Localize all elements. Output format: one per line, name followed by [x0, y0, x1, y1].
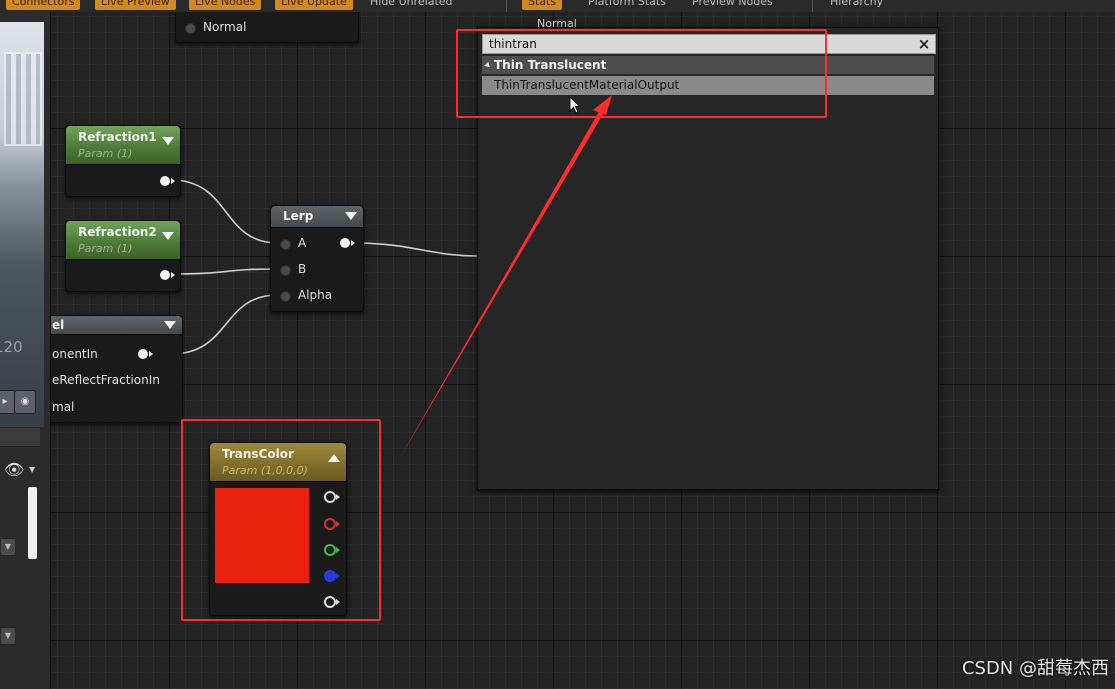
- watermark: CSDN @甜莓杰西: [961, 658, 1109, 679]
- arrow-head-icon: [593, 95, 612, 115]
- arrow-shaft: [398, 101, 609, 461]
- annotation-arrow: [398, 95, 612, 461]
